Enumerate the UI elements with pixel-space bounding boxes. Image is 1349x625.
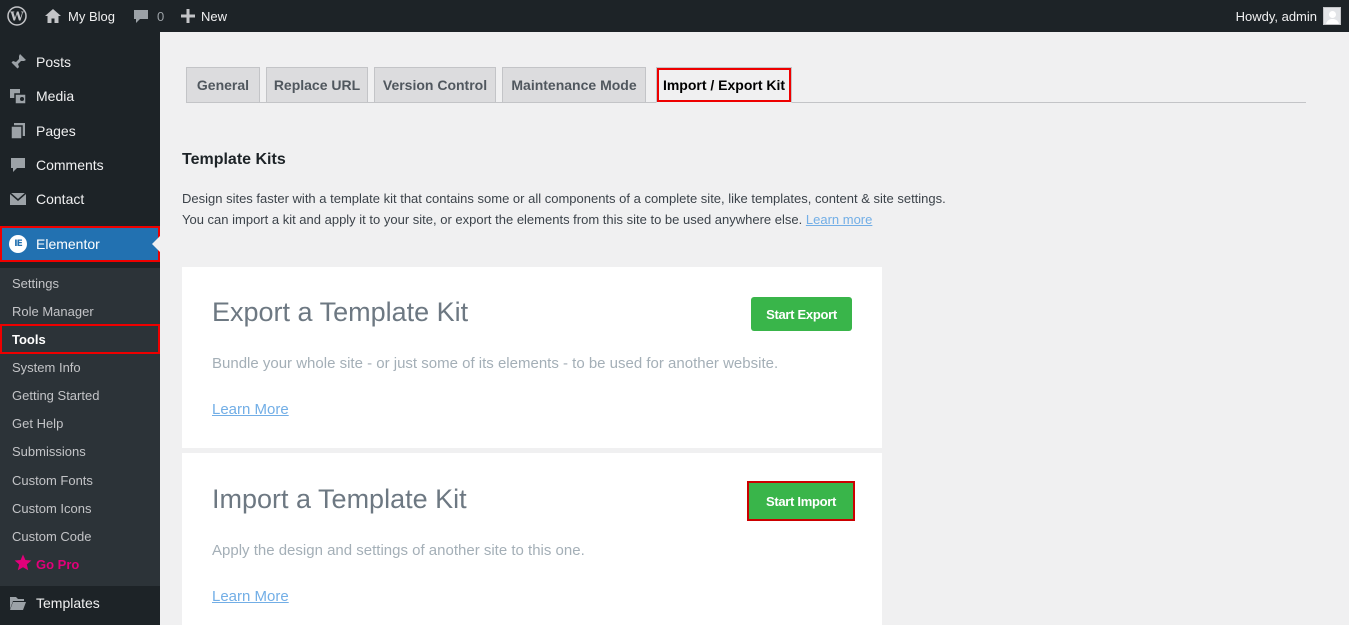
svg-text:W: W [9,10,24,24]
sidebar-item-label: Posts [36,54,72,70]
current-menu-arrow-icon [152,236,160,252]
comments-count: 0 [157,8,165,24]
tab-version-control[interactable]: Version Control [374,67,496,103]
elementor-logo-text: IE [14,239,22,249]
avatar [1323,7,1341,25]
comment-icon [0,156,36,174]
tab-import-export-kit[interactable]: Import / Export Kit [656,67,792,103]
tab-maintenance-mode[interactable]: Maintenance Mode [502,67,646,103]
my-account-link[interactable]: Howdy, admin [1236,0,1341,32]
export-card-description: Bundle your whole site - or just some of… [212,355,779,372]
admin-sidebar: Posts Media Pages Comments Contact IE El… [0,32,160,625]
comment-bubble-icon [133,8,149,24]
tab-replace-url[interactable]: Replace URL [266,67,368,103]
plus-icon [181,9,195,23]
start-import-button[interactable]: Start Import [747,481,855,521]
submenu-item-custom-fonts[interactable]: Custom Fonts [0,466,160,494]
description-text: You can import a kit and apply it to you… [182,212,803,227]
import-card-description: Apply the design and settings of another… [212,542,585,559]
sidebar-item-label: Elementor [36,236,100,252]
elementor-submenu: Settings Role Manager Tools System Info … [0,268,160,586]
sidebar-item-contact[interactable]: Contact [0,182,160,216]
site-name: My Blog [68,8,115,24]
pages-icon [0,122,36,140]
folder-icon [0,595,36,611]
wordpress-logo-icon[interactable]: W [7,0,27,32]
learn-more-link[interactable]: Learn more [806,212,872,227]
go-pro-label: Go Pro [36,556,80,572]
sidebar-item-pages[interactable]: Pages [0,114,160,148]
import-card-title: Import a Template Kit [212,484,467,514]
sidebar-item-comments[interactable]: Comments [0,148,160,182]
sidebar-item-label: Comments [36,157,104,173]
submenu-item-submissions[interactable]: Submissions [0,437,160,465]
home-icon [44,8,62,24]
import-kit-card: Import a Template Kit Start Import Apply… [182,453,882,625]
description-line-1: Design sites faster with a template kit … [182,191,946,206]
submenu-item-custom-code[interactable]: Custom Code [0,522,160,550]
submenu-item-get-help[interactable]: Get Help [0,409,160,437]
pushpin-icon [0,53,36,71]
submenu-item-custom-icons[interactable]: Custom Icons [0,494,160,522]
sidebar-item-templates[interactable]: Templates [0,586,160,620]
description-line-2: You can import a kit and apply it to you… [182,209,1082,230]
sidebar-item-label: Pages [36,123,76,139]
submenu-item-system-info[interactable]: System Info [0,353,160,381]
new-content-link[interactable]: New [181,0,227,32]
submenu-item-tools[interactable]: Tools [0,324,160,354]
sidebar-item-label: Media [36,88,75,104]
sidebar-item-label: Contact [36,191,85,207]
sidebar-item-posts[interactable]: Posts [0,45,160,79]
import-learn-more-link[interactable]: Learn More [212,588,289,605]
site-name-link[interactable]: My Blog [44,0,115,32]
tools-tab-bar: General Replace URL Version Control Main… [186,67,1306,103]
export-kit-card: Export a Template Kit Start Export Bundl… [182,267,882,448]
new-label: New [201,8,228,24]
submenu-item-settings[interactable]: Settings [0,269,160,297]
envelope-icon [0,190,36,208]
sidebar-item-elementor[interactable]: IE Elementor [0,226,160,262]
submenu-item-go-pro[interactable]: Go Pro [0,550,160,578]
start-export-button[interactable]: Start Export [751,297,852,331]
sidebar-item-media[interactable]: Media [0,79,160,113]
section-title: Template Kits [182,151,286,168]
sidebar-item-label: Templates [36,595,100,611]
admin-bar: W My Blog 0 New Howdy, admin [0,0,1349,32]
section-description: Design sites faster with a template kit … [182,188,1082,230]
export-card-title: Export a Template Kit [212,297,469,327]
comments-link[interactable]: 0 [133,0,164,32]
elementor-icon: IE [0,235,36,253]
tab-general[interactable]: General [186,67,260,103]
greeting: Howdy, admin [1235,8,1317,24]
media-icon [0,87,36,105]
export-learn-more-link[interactable]: Learn More [212,401,289,418]
submenu-item-getting-started[interactable]: Getting Started [0,381,160,409]
submenu-item-role-manager[interactable]: Role Manager [0,297,160,325]
star-icon [14,554,32,574]
